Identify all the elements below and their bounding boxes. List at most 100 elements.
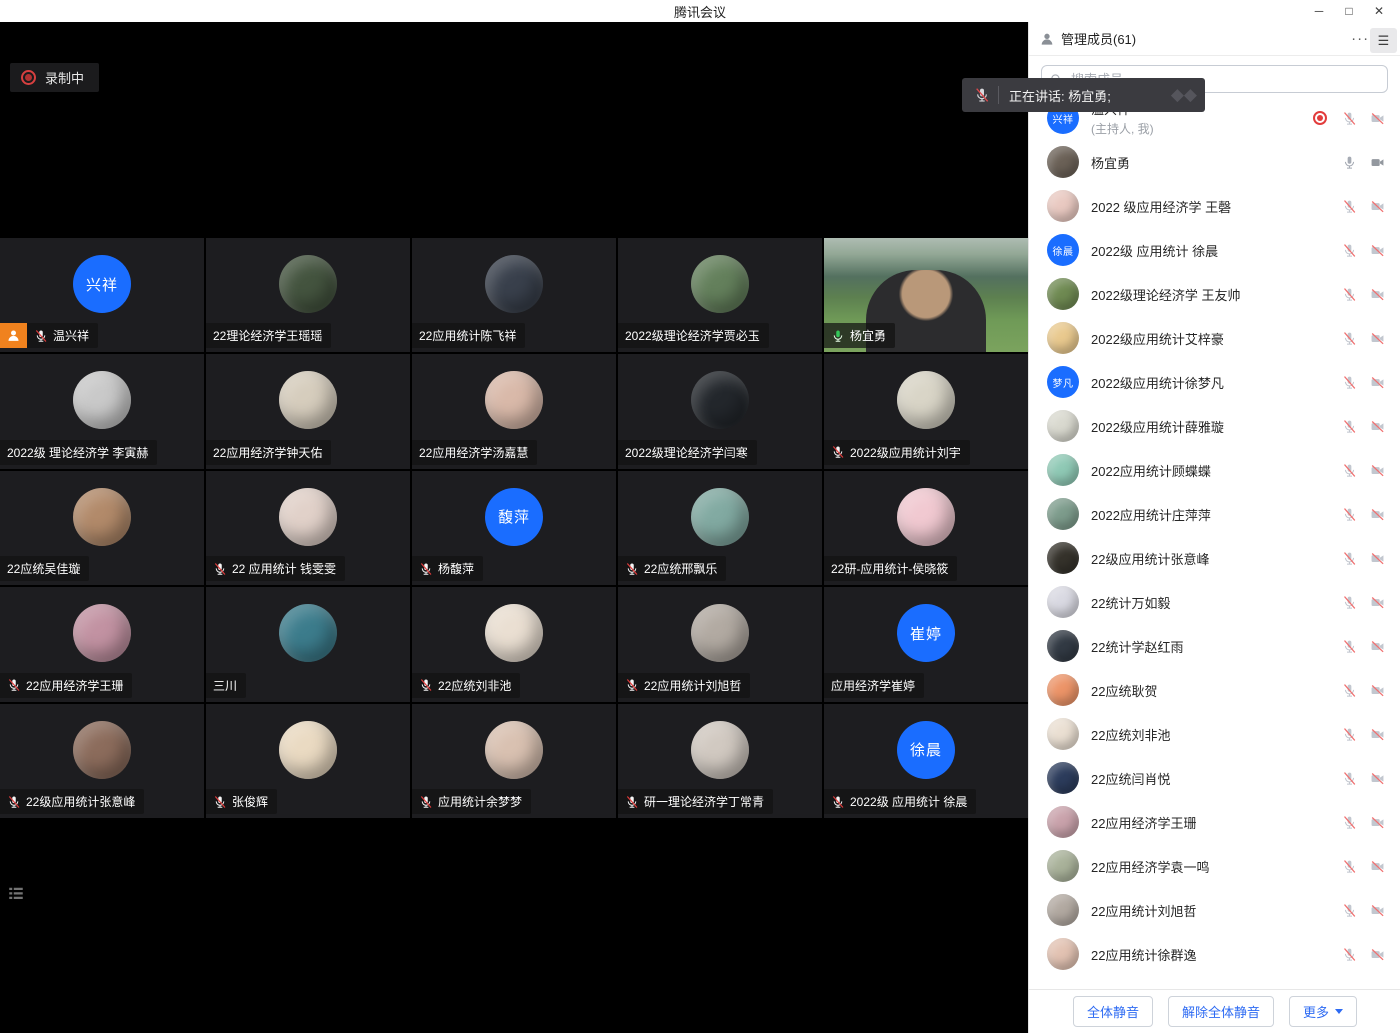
member-row[interactable]: 2022级应用统计薛雅璇	[1029, 404, 1400, 448]
member-camera-icon[interactable]	[1370, 551, 1385, 566]
panel-more-button[interactable]: ···	[1351, 30, 1369, 47]
member-mic-icon[interactable]	[1342, 287, 1357, 302]
member-row[interactable]: 22应统刘非池	[1029, 712, 1400, 756]
member-camera-icon[interactable]	[1370, 595, 1385, 610]
member-camera-icon[interactable]	[1370, 199, 1385, 214]
member-mic-icon[interactable]	[1342, 551, 1357, 566]
video-tile[interactable]: 应用统计余梦梦	[412, 704, 616, 818]
minimize-button[interactable]: ─	[1304, 4, 1334, 18]
member-mic-icon[interactable]	[1342, 331, 1357, 346]
member-camera-icon[interactable]	[1370, 727, 1385, 742]
member-mic-icon[interactable]	[1342, 683, 1357, 698]
member-list[interactable]: 兴祥 温兴祥 (主持人, 我) 杨宜勇	[1029, 96, 1400, 990]
video-tile[interactable]: 三川	[206, 587, 410, 701]
close-button[interactable]: ✕	[1364, 4, 1394, 18]
member-row[interactable]: 22统计学赵红雨	[1029, 624, 1400, 668]
video-tile[interactable]: 兴祥 温兴祥	[0, 238, 204, 352]
member-row[interactable]: 2022级理论经济学 王友帅	[1029, 272, 1400, 316]
member-row[interactable]: 22应用统计徐群逸	[1029, 932, 1400, 976]
video-tile[interactable]: 22理论经济学王瑶瑶	[206, 238, 410, 352]
member-row[interactable]: 2022 级应用经济学 王磬	[1029, 184, 1400, 228]
video-tile[interactable]: 22应用经济学王珊	[0, 587, 204, 701]
member-camera-icon[interactable]	[1370, 155, 1385, 170]
video-tile[interactable]: 22应统吴佳璇	[0, 471, 204, 585]
video-tile[interactable]: 2022级理论经济学贾必玉	[618, 238, 822, 352]
video-tile[interactable]: 杨宜勇	[824, 238, 1028, 352]
tile-avatar: 兴祥	[73, 255, 131, 313]
member-mic-icon[interactable]	[1342, 771, 1357, 786]
more-button[interactable]: 更多	[1289, 996, 1357, 1027]
member-camera-icon[interactable]	[1370, 243, 1385, 258]
member-row[interactable]: 2022应用统计庄萍萍	[1029, 492, 1400, 536]
member-row[interactable]: 22应统闫肖悦	[1029, 756, 1400, 800]
member-mic-icon[interactable]	[1342, 243, 1357, 258]
video-tile[interactable]: 22应统刘非池	[412, 587, 616, 701]
tile-avatar	[279, 371, 337, 429]
video-tile[interactable]: 2022级应用统计刘宇	[824, 354, 1028, 468]
member-camera-icon[interactable]	[1370, 507, 1385, 522]
member-mic-icon[interactable]	[1342, 727, 1357, 742]
member-row[interactable]: 梦凡 2022级应用统计徐梦凡	[1029, 360, 1400, 404]
member-mic-icon[interactable]	[1342, 111, 1357, 126]
member-row[interactable]: 22应用经济学袁一鸣	[1029, 844, 1400, 888]
member-mic-icon[interactable]	[1342, 155, 1357, 170]
video-tile[interactable]: 2022级理论经济学闫寒	[618, 354, 822, 468]
mic-active-icon	[831, 329, 845, 343]
member-mic-icon[interactable]	[1342, 375, 1357, 390]
video-tile[interactable]: 22级应用统计张意峰	[0, 704, 204, 818]
member-row[interactable]: 22统计万如毅	[1029, 580, 1400, 624]
member-camera-icon[interactable]	[1370, 375, 1385, 390]
member-camera-icon[interactable]	[1370, 771, 1385, 786]
member-camera-icon[interactable]	[1370, 683, 1385, 698]
member-row[interactable]: 杨宜勇	[1029, 140, 1400, 184]
member-camera-icon[interactable]	[1370, 287, 1385, 302]
member-camera-icon[interactable]	[1370, 331, 1385, 346]
layout-list-icon[interactable]	[7, 884, 25, 902]
panel-menu-button[interactable]: ☰	[1370, 28, 1397, 53]
member-camera-icon[interactable]	[1370, 903, 1385, 918]
member-mic-icon[interactable]	[1342, 595, 1357, 610]
member-mic-icon[interactable]	[1342, 639, 1357, 654]
video-tile[interactable]: 2022级 理论经济学 李寅赫	[0, 354, 204, 468]
video-tile[interactable]: 22应用统计刘旭哲	[618, 587, 822, 701]
video-tile[interactable]: 徐晨 2022级 应用统计 徐晨	[824, 704, 1028, 818]
member-mic-icon[interactable]	[1342, 199, 1357, 214]
video-tile[interactable]: 22应用经济学汤嘉慧	[412, 354, 616, 468]
member-camera-icon[interactable]	[1370, 815, 1385, 830]
member-mic-icon[interactable]	[1342, 463, 1357, 478]
member-row[interactable]: 2022级应用统计艾梓豪	[1029, 316, 1400, 360]
member-row[interactable]: 徐晨 2022级 应用统计 徐晨	[1029, 228, 1400, 272]
member-row[interactable]: 2022应用统计顾蝶蝶	[1029, 448, 1400, 492]
tile-avatar	[279, 255, 337, 313]
video-tile[interactable]: 22 应用统计 钱雯雯	[206, 471, 410, 585]
member-row[interactable]: 22级应用统计张意峰	[1029, 536, 1400, 580]
maximize-button[interactable]: □	[1334, 4, 1364, 18]
member-camera-icon[interactable]	[1370, 111, 1385, 126]
member-mic-icon[interactable]	[1342, 903, 1357, 918]
member-camera-icon[interactable]	[1370, 463, 1385, 478]
video-tile[interactable]: 馥萍 杨馥萍	[412, 471, 616, 585]
video-tile[interactable]: 研一理论经济学丁常青	[618, 704, 822, 818]
member-mic-icon[interactable]	[1342, 815, 1357, 830]
member-camera-icon[interactable]	[1370, 859, 1385, 874]
member-mic-icon[interactable]	[1342, 859, 1357, 874]
video-tile[interactable]: 22应用统计陈飞祥	[412, 238, 616, 352]
video-tile[interactable]: 崔婷 应用经济学崔婷	[824, 587, 1028, 701]
member-mic-icon[interactable]	[1342, 419, 1357, 434]
video-tile[interactable]: 张俊辉	[206, 704, 410, 818]
member-row[interactable]: 22应用经济学王珊	[1029, 800, 1400, 844]
video-tile[interactable]: 22应用经济学钟天佑	[206, 354, 410, 468]
mute-all-button[interactable]: 全体静音	[1073, 996, 1153, 1027]
member-avatar	[1047, 762, 1079, 794]
video-tile[interactable]: 22应统邢飘乐	[618, 471, 822, 585]
member-camera-icon[interactable]	[1370, 419, 1385, 434]
unmute-all-button[interactable]: 解除全体静音	[1168, 996, 1274, 1027]
member-camera-icon[interactable]	[1370, 639, 1385, 654]
member-row[interactable]: 22应统耿贺	[1029, 668, 1400, 712]
member-avatar	[1047, 806, 1079, 838]
video-tile[interactable]: 22研-应用统计-侯晓筱	[824, 471, 1028, 585]
member-mic-icon[interactable]	[1342, 947, 1357, 962]
member-mic-icon[interactable]	[1342, 507, 1357, 522]
member-row[interactable]: 22应用统计刘旭哲	[1029, 888, 1400, 932]
member-camera-icon[interactable]	[1370, 947, 1385, 962]
